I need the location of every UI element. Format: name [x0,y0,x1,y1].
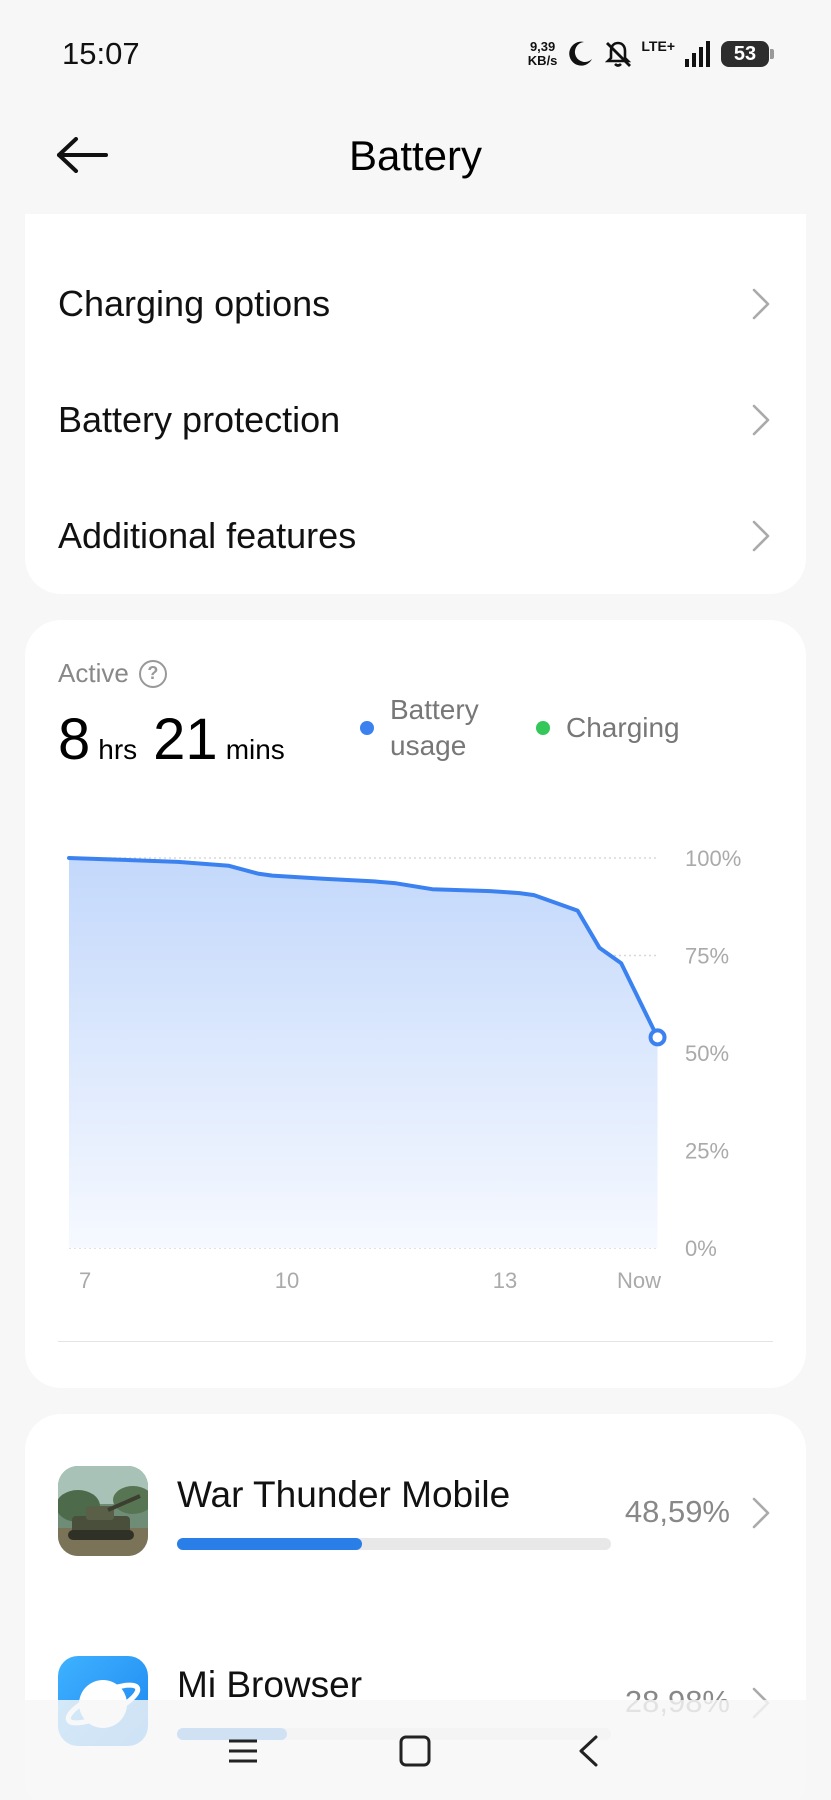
app-usage-percent: 48,59% [624,1494,730,1529]
moon-icon [569,41,593,66]
bell-muted-icon [605,41,632,67]
usage-bar-track [177,1538,611,1550]
y-tick-label: 0% [685,1236,717,1261]
recents-button[interactable] [213,1726,273,1776]
y-tick-label: 25% [685,1139,729,1164]
chevron-right-icon [752,288,770,320]
network-speed-unit: KB/s [527,53,558,68]
status-icons: 9,39 KB/s LTE+ 53 [528,36,774,72]
chart-divider [58,1341,773,1342]
battery-protection-item[interactable]: Battery protection [25,370,806,470]
lte-label: LTE+ [641,38,675,54]
battery-usage-area [69,858,658,1248]
x-tick-label: 10 [275,1268,299,1293]
x-tick-label: Now [617,1268,661,1293]
header: Battery [0,110,831,200]
back-nav-button[interactable] [558,1726,618,1776]
usage-bar-fill [177,1538,362,1550]
battery-level: 53 [733,42,757,65]
chevron-right-icon [752,404,770,436]
battery-usage-card: Active ? 8 hrs 21 mins Battery usage Cha… [25,620,806,1388]
signal-icon [685,41,710,67]
x-tick-label: 7 [79,1268,91,1293]
status-time: 15:07 [62,36,140,71]
menu-item-label: Charging options [58,283,331,324]
menu-item-label: Battery protection [58,399,341,440]
battery-status-icon: 53 [721,41,774,67]
menu-icon [229,1739,257,1763]
chevron-left-icon [579,1735,598,1767]
current-level-marker [648,1028,667,1047]
settings-card: Charging options Battery protection Addi… [25,214,806,594]
chevron-right-icon [752,520,770,552]
additional-features-item[interactable]: Additional features [25,486,806,586]
chevron-right-icon [752,1497,770,1529]
status-bar: 15:07 9,39 KB/s LTE+ 53 [0,0,831,100]
battery-chart: 100% 75% 50% 25% 0% 7 10 13 Now [67,846,741,1293]
y-tick-label: 50% [685,1041,729,1066]
x-tick-label: 13 [493,1268,517,1293]
network-speed-value: 9,39 [529,39,556,54]
y-tick-label: 100% [685,846,741,871]
y-tick-label: 75% [685,944,729,969]
menu-item-label: Additional features [58,515,357,556]
app-name: War Thunder Mobile [177,1474,511,1515]
app-row-war-thunder[interactable]: War Thunder Mobile 48,59% [25,1466,806,1576]
home-button[interactable] [385,1726,445,1776]
square-icon [399,1735,431,1767]
war-thunder-app-icon [58,1466,148,1556]
charging-options-item[interactable]: Charging options [25,254,806,354]
network-speed: 9,39 KB/s [528,40,558,68]
navigation-bar [0,1700,831,1800]
page-title: Battery [348,132,483,179]
